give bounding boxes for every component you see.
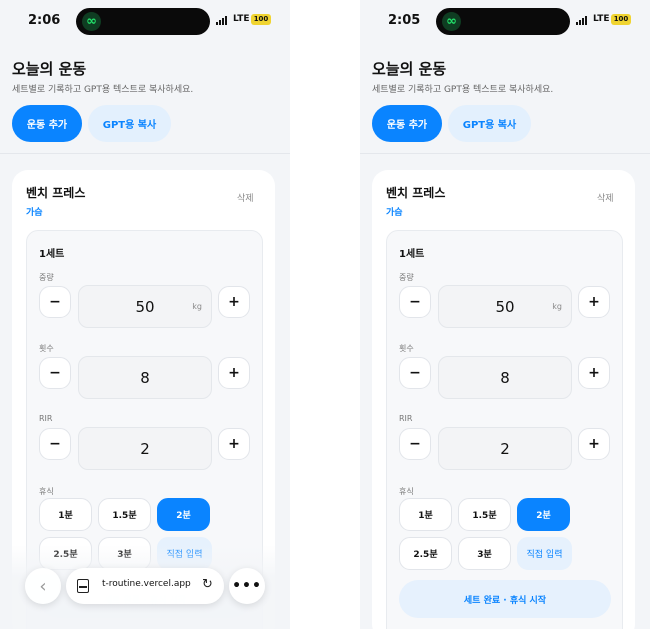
weight-unit: kg [192, 302, 202, 311]
address-bar[interactable]: t-routine.vercel.app ↻ [66, 568, 224, 604]
reps-label: 횟수 [399, 344, 414, 353]
rir-value: 2 [140, 439, 150, 458]
signal-icon [216, 16, 227, 25]
back-button[interactable]: ‹ [25, 568, 61, 604]
weight-increase-button[interactable]: + [218, 286, 250, 318]
status-time: 2:06 [28, 13, 61, 28]
rest-option-1-5min[interactable]: 1.5분 [458, 498, 511, 531]
rest-option-2min[interactable]: 2분 [157, 498, 210, 531]
rest-option-2min[interactable]: 2분 [517, 498, 570, 531]
reps-decrease-button[interactable]: − [399, 357, 431, 389]
set-title: 1세트 [39, 249, 65, 260]
reps-increase-button[interactable]: + [218, 357, 250, 389]
page-subtitle: 세트별로 기록하고 GPT용 텍스트로 복사하세요. [12, 85, 194, 95]
copy-for-gpt-button[interactable]: GPT용 복사 [88, 105, 171, 142]
exercise-category: 가슴 [386, 208, 403, 218]
delete-exercise-button[interactable]: 삭제 [597, 191, 614, 204]
exercise-category: 가슴 [26, 208, 43, 218]
page-title: 오늘의 운동 [12, 60, 87, 78]
page-header: 오늘의 운동 세트별로 기록하고 GPT용 텍스트로 복사하세요. 운동 추가 … [360, 42, 650, 154]
set-panel: 1세트 중량 − 50 kg + 횟수 − 8 + RIR − 2 + 휴식 1… [386, 230, 623, 629]
exercise-name: 벤치 프레스 [26, 186, 86, 200]
copy-for-gpt-button[interactable]: GPT용 복사 [448, 105, 531, 142]
dynamic-island: ∞ [76, 8, 210, 35]
dynamic-island: ∞ [436, 8, 570, 35]
add-exercise-button[interactable]: 운동 추가 [372, 105, 442, 142]
rest-option-1-5min[interactable]: 1.5분 [98, 498, 151, 531]
weight-label: 중량 [39, 273, 54, 282]
screenshot-stage: 2:06 ∞ LTE 100 오늘의 운동 세트별로 기록하고 GPT용 텍스트… [0, 0, 650, 629]
more-options-button[interactable]: ••• [229, 568, 265, 604]
rir-label: RIR [399, 414, 413, 423]
rir-value: 2 [500, 439, 510, 458]
add-exercise-button[interactable]: 운동 추가 [12, 105, 82, 142]
activity-icon: ∞ [442, 12, 461, 31]
rir-decrease-button[interactable]: − [399, 428, 431, 460]
weight-unit: kg [552, 302, 562, 311]
reps-label: 횟수 [39, 344, 54, 353]
weight-decrease-button[interactable]: − [39, 286, 71, 318]
reps-increase-button[interactable]: + [578, 357, 610, 389]
activity-icon: ∞ [82, 12, 101, 31]
complete-set-button[interactable]: 세트 완료 · 휴식 시작 [399, 580, 611, 618]
phone-screen-right: 2:05 ∞ LTE 100 오늘의 운동 세트별로 기록하고 GPT용 텍스트… [360, 0, 650, 629]
signal-icon [576, 16, 587, 25]
phone-screen-left: 2:06 ∞ LTE 100 오늘의 운동 세트별로 기록하고 GPT용 텍스트… [0, 0, 290, 629]
reps-value: 8 [140, 368, 150, 387]
rest-custom-button[interactable]: 직접 입력 [517, 537, 572, 570]
rest-label: 휴식 [399, 487, 414, 496]
weight-increase-button[interactable]: + [578, 286, 610, 318]
reps-input[interactable]: 8 [438, 356, 572, 399]
rir-input[interactable]: 2 [438, 427, 572, 470]
page-subtitle: 세트별로 기록하고 GPT용 텍스트로 복사하세요. [372, 85, 554, 95]
battery-icon: 100 [251, 14, 271, 25]
rest-label: 휴식 [39, 487, 54, 496]
rir-label: RIR [39, 414, 53, 423]
delete-exercise-button[interactable]: 삭제 [237, 191, 254, 204]
url-text: t-routine.vercel.app [102, 579, 191, 589]
reps-decrease-button[interactable]: − [39, 357, 71, 389]
reload-icon[interactable]: ↻ [202, 577, 213, 592]
weight-input[interactable]: 50 kg [438, 285, 572, 328]
exercise-card: 벤치 프레스 가슴 삭제 1세트 중량 − 50 kg + 횟수 − 8 + R… [372, 170, 635, 629]
status-bar: 2:05 ∞ LTE 100 [360, 0, 650, 42]
reps-value: 8 [500, 368, 510, 387]
weight-value: 50 [135, 297, 155, 316]
network-type: LTE [593, 14, 610, 24]
set-title: 1세트 [399, 249, 425, 260]
rir-decrease-button[interactable]: − [39, 428, 71, 460]
reps-input[interactable]: 8 [78, 356, 212, 399]
exercise-name: 벤치 프레스 [386, 186, 446, 200]
rir-increase-button[interactable]: + [218, 428, 250, 460]
tabs-icon[interactable] [77, 579, 89, 593]
rest-option-1min[interactable]: 1분 [39, 498, 92, 531]
status-time: 2:05 [388, 13, 421, 28]
rir-input[interactable]: 2 [78, 427, 212, 470]
rest-option-1min[interactable]: 1분 [399, 498, 452, 531]
weight-label: 중량 [399, 273, 414, 282]
weight-value: 50 [495, 297, 515, 316]
status-bar: 2:06 ∞ LTE 100 [0, 0, 290, 42]
rest-option-2-5min[interactable]: 2.5분 [399, 537, 452, 570]
network-type: LTE [233, 14, 250, 24]
page-header: 오늘의 운동 세트별로 기록하고 GPT용 텍스트로 복사하세요. 운동 추가 … [0, 42, 290, 154]
weight-input[interactable]: 50 kg [78, 285, 212, 328]
weight-decrease-button[interactable]: − [399, 286, 431, 318]
rir-increase-button[interactable]: + [578, 428, 610, 460]
page-title: 오늘의 운동 [372, 60, 447, 78]
battery-icon: 100 [611, 14, 631, 25]
rest-option-3min[interactable]: 3분 [458, 537, 511, 570]
